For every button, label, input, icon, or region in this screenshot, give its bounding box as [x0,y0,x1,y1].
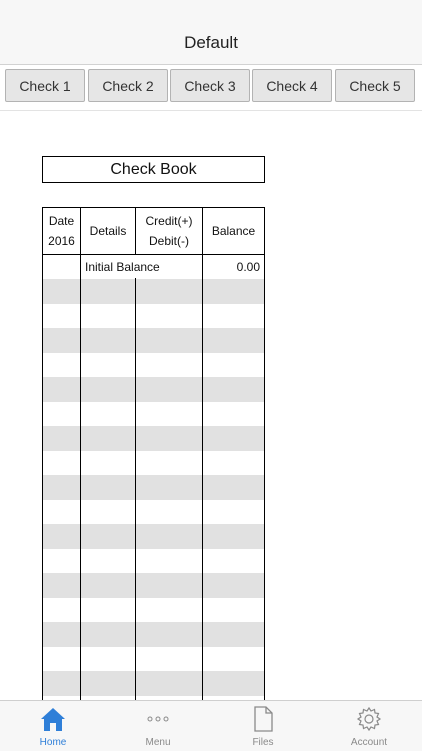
tab-check-2[interactable]: Check 2 [88,69,168,102]
ledger-table: Date 2016 Details Credit(+) Debit(-) Bal… [42,207,265,707]
bottom-tab-bar: Home Menu Files Account [0,700,422,751]
checkbook-title: Check Book [42,156,265,183]
table-row[interactable] [43,426,264,451]
date-header-line1: Date [48,214,75,228]
tabbar-account-label: Account [350,737,388,748]
column-header-credit-debit: Credit(+) Debit(-) [136,208,202,254]
tabbar-home[interactable]: Home [13,701,93,751]
tabbar-menu-label: Menu [145,737,171,748]
column-header-balance: Balance [203,208,264,254]
tab-check-4[interactable]: Check 4 [252,69,332,102]
credit-header: Credit(+) [145,214,193,228]
dots-icon [147,716,169,722]
table-row[interactable] [43,647,264,672]
table-row[interactable] [43,549,264,574]
tabbar-menu[interactable]: Menu [118,701,198,751]
tabbar-files[interactable]: Files [223,701,303,751]
column-header-date: Date 2016 [43,208,80,254]
check-tabs: Check 1 Check 2 Check 3 Check 4 Check 5 [0,65,422,111]
tabbar-files-label: Files [252,737,274,748]
column-divider [135,208,136,254]
debit-header: Debit(-) [148,234,189,248]
column-divider [135,278,136,706]
table-row-initial-balance[interactable]: Initial Balance 0.00 [43,254,264,279]
table-row[interactable] [43,377,264,402]
tab-check-5[interactable]: Check 5 [335,69,415,102]
gear-icon [356,706,382,732]
table-row[interactable] [43,304,264,329]
table-row[interactable] [43,328,264,353]
balance-header: Balance [211,224,256,238]
navigation-bar: Default [0,0,422,65]
page-title: Default [184,33,238,52]
table-row[interactable] [43,500,264,525]
initial-balance-label: Initial Balance [85,259,160,274]
tabbar-home-label: Home [39,737,67,748]
table-row[interactable] [43,279,264,304]
table-row[interactable] [43,475,264,500]
table-row[interactable] [43,622,264,647]
column-header-details: Details [81,208,135,254]
column-divider [202,208,203,706]
ledger-header: Date 2016 Details Credit(+) Debit(-) Bal… [43,208,264,255]
initial-balance-value: 0.00 [236,259,260,274]
table-row[interactable] [43,671,264,696]
table-row[interactable] [43,353,264,378]
column-divider [80,208,81,706]
details-header: Details [89,224,127,238]
table-row[interactable] [43,451,264,476]
home-icon [41,708,65,731]
table-row[interactable] [43,524,264,549]
tab-check-3[interactable]: Check 3 [170,69,250,102]
tab-check-1[interactable]: Check 1 [5,69,85,102]
tabbar-account[interactable]: Account [329,701,409,751]
file-icon [254,706,273,732]
table-row[interactable] [43,402,264,427]
table-row[interactable] [43,573,264,598]
table-row[interactable] [43,598,264,623]
date-header-line2: 2016 [48,234,75,248]
